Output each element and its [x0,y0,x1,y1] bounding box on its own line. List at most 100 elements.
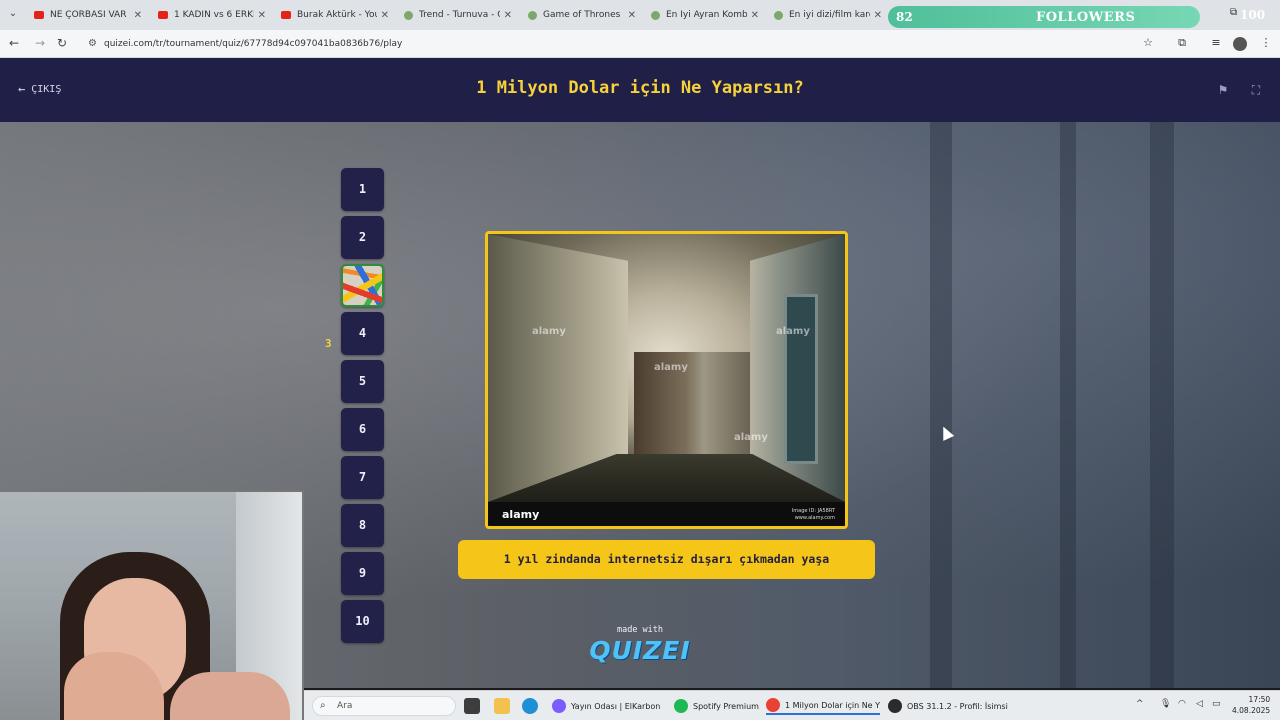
rank-number: 8 [358,518,367,532]
tab-search-menu-icon[interactable]: ⌄ [6,7,20,21]
battery-icon[interactable]: ▭ [1212,699,1221,709]
edge-browser-icon[interactable] [522,698,538,714]
taskbar-app[interactable]: 1 Milyon Dolar için Ne Y [766,697,881,715]
taskbar-search[interactable]: ⌕ Ara [312,696,456,716]
browser-tab-title: Burak Aktürk - YouTu [297,10,377,20]
taskbar-clock[interactable]: 17:50 4.08.2025 [1232,694,1270,716]
media-controls-icon[interactable]: ≡ [1208,35,1224,51]
fullscreen-icon[interactable]: ⛶ [1246,80,1266,100]
taskbar-app-label: OBS 31.1.2 - Profil: İsimsi [907,701,1008,711]
volume-icon[interactable]: ◁ [1196,699,1203,709]
rank-slot-5[interactable]: 5 [341,360,384,403]
rank-slot-6[interactable]: 6 [341,408,384,451]
app-icon [674,699,688,713]
rank-number: 2 [358,230,367,244]
forward-icon[interactable]: → [32,35,48,51]
lego-thumbnail [343,266,382,305]
followers-goal: 100 [1240,8,1266,22]
rank-number: 4 [358,326,367,340]
taskbar-search-placeholder: Ara [337,701,353,711]
quiz-title: 1 Milyon Dolar için Ne Yaparsın? [476,78,804,98]
followers-count: 82 [896,10,913,24]
rank-slot-1[interactable]: 1 [341,168,384,211]
browser-tab[interactable]: NE ÇORBASI VAR DİY ✕ [28,4,148,26]
quiz-option-image[interactable]: alamy alamy alamy alamy alamy Image ID: … [485,231,848,529]
clock-date: 4.08.2025 [1232,706,1271,715]
browser-tab-title: NE ÇORBASI VAR DİY [50,10,130,20]
browser-tab[interactable]: En İyi Ayran Kombos ✕ [645,4,765,26]
taskbar-app-label: Spotify Premium [693,701,759,711]
app-icon [766,698,780,712]
close-tab-icon[interactable]: ✕ [381,10,389,21]
rank-slot-9[interactable]: 9 [341,552,384,595]
browser-tab-title: En İyi Ayran Kombos [666,10,747,20]
quizei-favicon-icon [651,10,660,20]
app-icon [552,699,566,713]
youtube-icon [281,11,291,19]
watermark: alamy [654,362,688,373]
close-tab-icon[interactable]: ✕ [134,10,142,21]
quizei-favicon-icon [404,10,413,20]
watermark: alamy [776,326,810,337]
webcam-person-shoulder [170,672,290,720]
rank-number: 7 [358,470,367,484]
followers-overlay: 82 FOLLOWERS [888,6,1200,28]
background-streak [1150,122,1174,688]
show-hidden-icons[interactable]: ^ [1136,699,1144,709]
taskbar-app-label: Yayın Odası | ElKarbon [571,701,661,711]
browser-menu-icon[interactable]: ⋮ [1258,35,1274,51]
bookmark-star-icon[interactable]: ☆ [1140,35,1156,51]
youtube-icon [158,11,168,19]
followers-label: FOLLOWERS [1036,9,1136,25]
rank-slot-8[interactable]: 8 [341,504,384,547]
restore-window-icon[interactable]: ⧉ [1230,7,1237,18]
rank-number: 6 [358,422,367,436]
profile-avatar[interactable] [1233,37,1247,51]
rank-slot-7[interactable]: 7 [341,456,384,499]
file-explorer-icon[interactable] [494,698,510,714]
quizei-favicon-icon [774,10,783,20]
rank-slot-3[interactable] [341,264,384,307]
taskbar-app[interactable]: OBS 31.1.2 - Profil: İsimsi [888,697,1008,715]
microphone-icon[interactable]: 🎙 [1160,699,1171,709]
close-tab-icon[interactable]: ✕ [258,10,266,21]
wifi-icon[interactable]: ◠ [1178,699,1186,709]
active-rank-marker: 3 [325,337,332,350]
photo-side-door [784,294,818,464]
rank-number: 5 [358,374,367,388]
browser-tab-strip: ⌄ NE ÇORBASI VAR DİY ✕ 1 KADIN vs 6 ERKEK ✕… [0,0,1280,30]
task-view-icon[interactable] [464,698,480,714]
report-flag-icon[interactable]: ⚑ [1213,80,1233,100]
back-icon[interactable]: ← [6,35,22,51]
browser-tab[interactable]: Game of Thrones Kar ✕ [522,4,642,26]
reload-icon[interactable]: ↻ [54,35,70,51]
app-icon [888,699,902,713]
extensions-icon[interactable]: ⧉ [1174,35,1190,51]
browser-tab[interactable]: Burak Aktürk - YouTu ✕ [275,4,395,26]
browser-tab-title: Game of Thrones Kar [543,10,624,20]
address-bar[interactable]: ⚙ quizei.com/tr/tournament/quiz/67778d94… [82,34,1160,54]
clock-time: 17:50 [1248,695,1271,704]
close-tab-icon[interactable]: ✕ [874,10,882,21]
site-info-icon[interactable]: ⚙ [88,34,97,54]
taskbar-app[interactable]: Yayın Odası | ElKarbon [552,697,660,715]
browser-tab[interactable]: 1 KADIN vs 6 ERKEK ✕ [152,4,272,26]
watermark: alamy [532,326,566,337]
taskbar-app[interactable]: Spotify Premium [674,697,759,715]
option-caption[interactable]: 1 yıl zindanda internetsiz dışarı çıkmad… [458,540,875,579]
rank-slot-2[interactable]: 2 [341,216,384,259]
taskbar-app-label: 1 Milyon Dolar için Ne Y [785,700,881,710]
background-streak [1060,122,1076,688]
quizei-favicon-icon [528,10,537,20]
browser-tab[interactable]: En iyi dizi/film karek ✕ [768,4,888,26]
browser-tab-title: 1 KADIN vs 6 ERKEK [174,10,254,20]
browser-toolbar: ← → ↻ ⚙ quizei.com/tr/tournament/quiz/67… [0,30,1280,58]
close-tab-icon[interactable]: ✕ [628,10,636,21]
close-tab-icon[interactable]: ✕ [504,10,512,21]
rank-number: 1 [358,182,367,196]
webcam-overlay [0,490,304,720]
close-tab-icon[interactable]: ✕ [751,10,759,21]
rank-slot-4[interactable]: 4 [341,312,384,355]
browser-tab[interactable]: Trend - Turnuva - Qu ✕ [398,4,518,26]
watermark: alamy [734,432,768,443]
